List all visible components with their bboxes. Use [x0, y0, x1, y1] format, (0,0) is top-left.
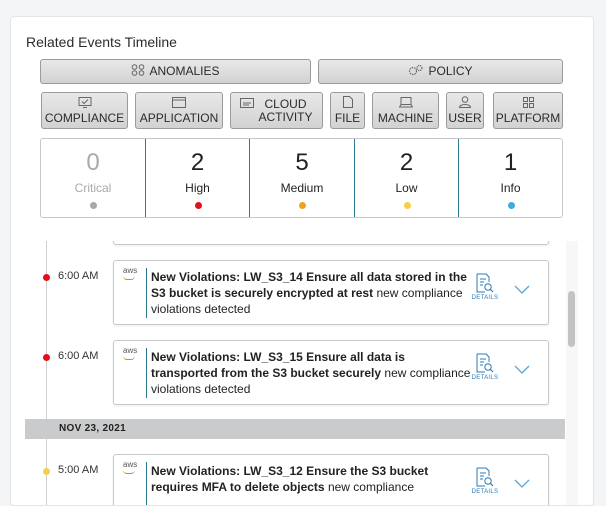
severity-low-dot	[403, 202, 411, 209]
filter-compliance-label: COMPLIANCE	[44, 110, 125, 125]
event-accent-bar	[146, 348, 147, 398]
severity-low-count: 2	[399, 149, 414, 176]
severity-high[interactable]: 2 High	[145, 139, 249, 217]
cloud-activity-line2: ACTIVITY	[258, 109, 313, 124]
filter-platform-label: PLATFORM	[495, 110, 561, 125]
aws-logo-icon: aws	[123, 461, 137, 474]
aws-logo-icon: aws	[123, 267, 137, 280]
event-3-severity-dot	[43, 468, 50, 475]
severity-medium-count: 5	[295, 149, 309, 176]
severity-critical-count: 0	[86, 149, 100, 176]
filter-file-label: FILE	[334, 111, 361, 125]
severity-critical-dot	[90, 202, 97, 209]
event-accent-bar	[146, 462, 147, 505]
details-icon	[476, 353, 494, 373]
severity-critical-label: Critical	[74, 181, 112, 195]
severity-info-label: Info	[500, 181, 521, 195]
severity-high-dot	[194, 202, 202, 209]
event-1-text: New Violations: LW_S3_14 Ensure all data…	[151, 269, 471, 317]
filter-compliance-button[interactable]: COMPLIANCE	[41, 92, 128, 129]
policy-icon	[408, 64, 424, 80]
details-label: DETAILS	[471, 375, 499, 381]
timeline-scrollbar[interactable]	[566, 241, 578, 505]
filter-file-button[interactable]: FILE	[330, 92, 365, 129]
severity-summary: 0 Critical 2 High 5 Medium 2 Low 1 Info	[40, 138, 563, 218]
filter-anomalies-label: ANOMALIES	[149, 64, 220, 78]
event-card[interactable]: aws New Violations: LW_S3_12 Ensure the …	[113, 454, 549, 505]
expand-chevron-icon[interactable]	[514, 361, 530, 379]
filter-cloud-activity-button[interactable]: CLOUD ACTIVITY	[230, 92, 323, 129]
user-icon	[458, 96, 472, 111]
severity-medium-dot	[299, 202, 306, 209]
application-icon	[172, 96, 186, 111]
filter-application-button[interactable]: APPLICATION	[135, 92, 223, 129]
cloud-activity-icon	[240, 98, 255, 114]
event-1-severity-dot	[43, 274, 50, 281]
filter-user-button[interactable]: USER	[446, 92, 484, 129]
severity-info-count: 1	[503, 149, 518, 176]
severity-critical[interactable]: 0 Critical	[41, 139, 145, 217]
event-3-time: 5:00 AM	[58, 464, 99, 476]
filter-application-label: APPLICATION	[139, 110, 219, 125]
event-card[interactable]: aws New Violations: LW_S3_15 Ensure all …	[113, 340, 549, 405]
severity-low[interactable]: 2 Low	[354, 139, 458, 217]
date-separator: NOV 23, 2021	[25, 419, 565, 439]
event-3-text: New Violations: LW_S3_12 Ensure the S3 b…	[151, 463, 471, 495]
anomalies-icon	[131, 63, 145, 80]
aws-logo-icon: aws	[123, 347, 137, 360]
scrollbar-thumb[interactable]	[568, 291, 575, 347]
filter-cloud-activity-label: CLOUD ACTIVITY	[258, 96, 313, 124]
filter-policy-label: POLICY	[428, 64, 473, 78]
event-1-time: 6:00 AM	[58, 270, 99, 282]
details-icon	[476, 467, 494, 487]
cloud-activity-line1: CLOUD	[264, 96, 307, 111]
event-1-details-button[interactable]: DETAILS	[467, 273, 503, 301]
events-timeline: 6:00 AM aws New Violations: LW_S3_14 Ens…	[25, 241, 565, 505]
details-icon	[476, 273, 494, 293]
event-2-details-button[interactable]: DETAILS	[467, 353, 503, 381]
event-card-partial[interactable]	[113, 241, 549, 245]
expand-chevron-icon[interactable]	[514, 475, 530, 493]
event-2-severity-dot	[43, 354, 50, 361]
file-icon	[342, 96, 353, 111]
event-accent-bar	[146, 268, 147, 318]
panel-title: Related Events Timeline	[26, 34, 177, 50]
severity-high-count: 2	[190, 149, 205, 176]
platform-icon	[522, 96, 534, 111]
severity-info[interactable]: 1 Info	[458, 139, 562, 217]
filter-machine-button[interactable]: MACHINE	[372, 92, 439, 129]
event-3-desc: new compliance	[324, 480, 414, 494]
event-2-title: New Violations: LW_S3_15 Ensure all data…	[151, 350, 405, 380]
machine-icon	[398, 96, 413, 111]
severity-info-dot	[507, 202, 515, 209]
expand-chevron-icon[interactable]	[514, 281, 530, 299]
compliance-icon	[78, 96, 92, 111]
filter-platform-button[interactable]: PLATFORM	[493, 92, 563, 129]
event-card[interactable]: aws New Violations: LW_S3_14 Ensure all …	[113, 260, 549, 325]
severity-medium[interactable]: 5 Medium	[249, 139, 354, 217]
filter-user-label: USER	[448, 111, 482, 125]
details-label: DETAILS	[471, 489, 499, 495]
severity-medium-label: Medium	[280, 181, 324, 195]
severity-low-label: Low	[395, 181, 418, 195]
event-2-text: New Violations: LW_S3_15 Ensure all data…	[151, 349, 471, 397]
details-label: DETAILS	[471, 295, 499, 301]
filter-machine-label: MACHINE	[377, 110, 434, 125]
event-2-time: 6:00 AM	[58, 350, 99, 362]
filter-anomalies-button[interactable]: ANOMALIES	[40, 59, 311, 84]
related-events-panel: Related Events Timeline ANOMALIES POLICY…	[10, 16, 594, 506]
filter-policy-button[interactable]: POLICY	[318, 59, 563, 84]
severity-high-label: High	[185, 181, 210, 195]
